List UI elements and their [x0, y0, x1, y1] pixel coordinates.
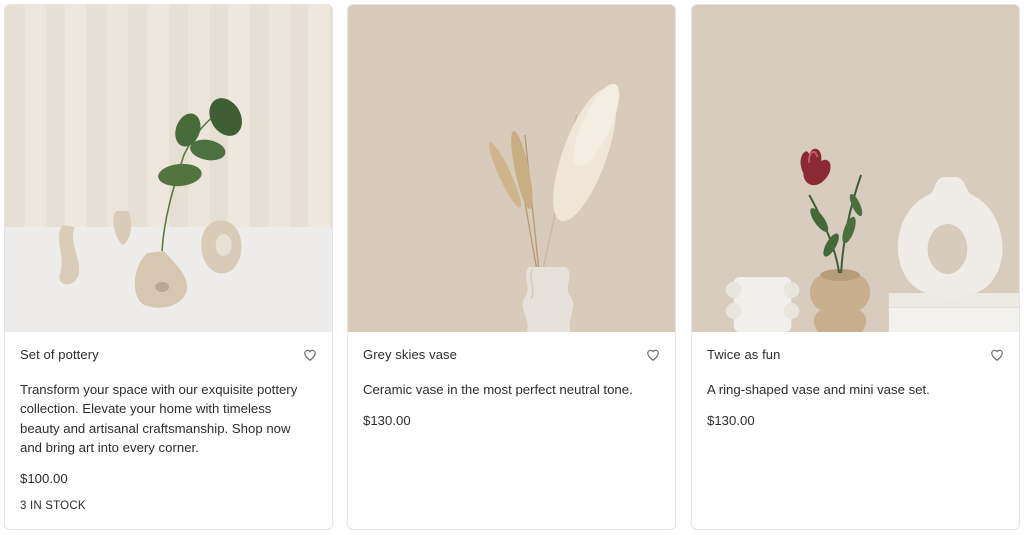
heart-outline-icon[interactable]: [990, 348, 1004, 362]
product-image-grey-skies-vase[interactable]: [348, 5, 675, 332]
heart-outline-icon[interactable]: [646, 348, 660, 362]
heart-outline-icon[interactable]: [303, 348, 317, 362]
product-image-pottery-set[interactable]: [5, 5, 332, 332]
product-price: $100.00: [20, 471, 68, 486]
product-title[interactable]: Grey skies vase: [363, 347, 457, 362]
product-description: Ceramic vase in the most perfect neutral…: [363, 382, 633, 397]
product-description: A ring-shaped vase and mini vase set.: [707, 382, 930, 397]
product-card-twice-as-fun[interactable]: Twice as fun A ring-shaped vase and mini…: [691, 4, 1020, 530]
product-price: $130.00: [363, 413, 411, 428]
product-image-twice-as-fun[interactable]: [692, 5, 1019, 332]
stock-status: 3 IN STOCK: [20, 500, 86, 512]
product-title[interactable]: Set of pottery: [20, 347, 99, 362]
product-grid: Set of pottery Transform your space with…: [0, 0, 1024, 535]
product-price: $130.00: [707, 413, 755, 428]
product-description: Transform your space with our exquisite …: [20, 382, 298, 455]
product-card-grey-skies-vase[interactable]: Grey skies vase Ceramic vase in the most…: [347, 4, 676, 530]
product-card-set-of-pottery[interactable]: Set of pottery Transform your space with…: [4, 4, 333, 530]
product-title[interactable]: Twice as fun: [707, 347, 780, 362]
